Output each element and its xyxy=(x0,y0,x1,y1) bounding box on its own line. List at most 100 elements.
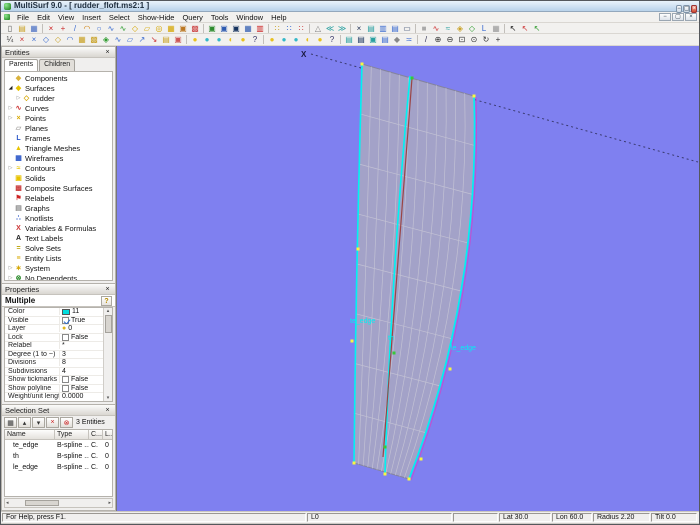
clone-d-button[interactable]: ▤ xyxy=(379,35,391,45)
clone-b-button[interactable]: ▤ xyxy=(355,35,367,45)
point-blue-button[interactable]: × xyxy=(28,35,40,45)
model-viewport[interactable]: te_edge th le_edge X xyxy=(116,46,699,511)
insert-solid-button[interactable]: ▣ xyxy=(177,23,189,33)
ss-remove-button[interactable]: × xyxy=(46,417,59,428)
insert-foil-button[interactable]: ∿ xyxy=(117,23,129,33)
scroll-right-icon[interactable]: ▸ xyxy=(108,500,111,506)
menu-show-hide[interactable]: Show-Hide xyxy=(134,13,179,22)
ss-move-down-button[interactable]: ▾ xyxy=(32,417,45,428)
clone-a-button[interactable]: ▤ xyxy=(343,35,355,45)
selection-set-close-icon[interactable]: × xyxy=(103,406,112,415)
mdi-minimize-button[interactable]: − xyxy=(659,13,671,21)
zoom-out-button[interactable]: ⊖ xyxy=(444,35,456,45)
column-header-l[interactable]: L... xyxy=(103,430,112,439)
join-tool-button[interactable]: ≍ xyxy=(403,35,415,45)
insert-circle-button[interactable]: ○ xyxy=(93,23,105,33)
pen-tool-button[interactable]: / xyxy=(420,35,432,45)
show-selected-button[interactable]: ● xyxy=(201,35,213,45)
column-header-type[interactable]: Type xyxy=(55,430,89,439)
scroll-down-icon[interactable]: ▾ xyxy=(107,395,110,401)
tree-item-surfaces[interactable]: ◢ ◆ Surfaces xyxy=(5,83,112,93)
view-multi-button[interactable]: ▥ xyxy=(254,23,266,33)
zoom-window-button[interactable]: ⊡ xyxy=(456,35,468,45)
tree-item-solids[interactable]: ▣ Solids xyxy=(5,173,112,183)
patch-tool-button[interactable]: ▩ xyxy=(88,35,100,45)
menu-file[interactable]: File xyxy=(13,13,33,22)
show-bulb-button[interactable]: ● xyxy=(189,35,201,45)
snap-quarter-button[interactable]: ¼ xyxy=(4,35,16,45)
ss-clear-button[interactable]: ⊗ xyxy=(60,417,73,428)
tree-item-graphs[interactable]: ▤ Graphs xyxy=(5,203,112,213)
checkbox-unchecked[interactable] xyxy=(62,376,69,384)
tree-item-triangle-meshes[interactable]: ▲ Triangle Meshes xyxy=(5,143,112,153)
bead-tool-button[interactable]: ◇ xyxy=(40,35,52,45)
nudge-left-button[interactable]: ≪ xyxy=(324,23,336,33)
ss-grid-button[interactable]: ▦ xyxy=(4,417,17,428)
new-file-button[interactable]: ▯ xyxy=(4,23,16,33)
open-file-button[interactable]: ▤ xyxy=(16,23,28,33)
tree-item-entity-lists[interactable]: ≡ Entity Lists xyxy=(5,253,112,263)
magnet-tool-button[interactable]: ◇ xyxy=(52,35,64,45)
display-grid-b-button[interactable]: ∷ xyxy=(283,23,295,33)
rudder-3d-view[interactable]: te_edgeth le_edge X xyxy=(117,46,699,511)
properties-close-icon[interactable]: × xyxy=(103,285,112,294)
pointer-button[interactable]: ↖ xyxy=(507,23,519,33)
tree-item-variables-formulas[interactable]: X Variables & Formulas xyxy=(5,223,112,233)
show-selected-b-button[interactable]: ● xyxy=(278,35,290,45)
expand-arrow-icon[interactable]: ▷ xyxy=(15,95,22,101)
zoom-in-button[interactable]: ⊕ xyxy=(432,35,444,45)
entities-close-icon[interactable]: × xyxy=(103,48,112,57)
mdi-close-button[interactable]: × xyxy=(685,13,697,21)
vscroll-thumb[interactable] xyxy=(104,315,112,333)
menu-help[interactable]: Help xyxy=(267,13,290,22)
copy-entity-button[interactable]: ▤ xyxy=(365,23,377,33)
scroll-left-icon[interactable]: ◂ xyxy=(6,500,9,506)
insert-ruled-surface-button[interactable]: ▱ xyxy=(141,23,153,33)
rotate-view-button[interactable]: ↻ xyxy=(480,35,492,45)
show-all-b-button[interactable]: ● xyxy=(314,35,326,45)
edit-curves-button[interactable]: ≈ xyxy=(442,23,454,33)
show-bulb-b-button[interactable]: ● xyxy=(266,35,278,45)
edit-curve-button[interactable]: ∿ xyxy=(430,23,442,33)
arrow-ne-button[interactable]: ↗ xyxy=(136,35,148,45)
insert-bspline-button[interactable]: ∿ xyxy=(105,23,117,33)
checkbox-unchecked[interactable] xyxy=(62,333,69,341)
hide-selected-b-button[interactable]: ● xyxy=(290,35,302,45)
measure-triangle-button[interactable]: △ xyxy=(312,23,324,33)
clone-c-button[interactable]: ▣ xyxy=(367,35,379,45)
menu-select[interactable]: Select xyxy=(105,13,134,22)
ss-move-up-button[interactable]: ▴ xyxy=(18,417,31,428)
tab-children[interactable]: Children xyxy=(39,59,76,71)
tree-item-wireframes[interactable]: ▦ Wireframes xyxy=(5,153,112,163)
tag-tool-button[interactable]: ◆ xyxy=(391,35,403,45)
checkbox-unchecked[interactable] xyxy=(62,384,69,392)
column-header-c[interactable]: C... xyxy=(89,430,103,439)
hscroll-thumb[interactable] xyxy=(24,500,59,506)
pointer-multi-button[interactable]: ↖ xyxy=(531,23,543,33)
tree-item-no-dependents[interactable]: ▷ ⊗ No Dependents xyxy=(5,273,112,281)
hide-selected-button[interactable]: ● xyxy=(213,35,225,45)
delete-entity-button[interactable]: × xyxy=(45,23,57,33)
tree-item-composite-surfaces[interactable]: ▩ Composite Surfaces xyxy=(5,183,112,193)
pan-view-button[interactable]: + xyxy=(492,35,504,45)
display-grid-a-button[interactable]: ∷ xyxy=(271,23,283,33)
selection-set-hscrollbar[interactable]: ◂ ▸ xyxy=(4,498,113,508)
cut-entity-button[interactable]: × xyxy=(353,23,365,33)
column-header-name[interactable]: Name xyxy=(5,430,55,439)
sheet-tool-button[interactable]: ▤ xyxy=(160,35,172,45)
expand-arrow-icon[interactable]: ◢ xyxy=(7,85,14,91)
color-swatch[interactable] xyxy=(62,308,70,315)
tree-item-points[interactable]: ▷ × Points xyxy=(5,113,112,123)
insert-composite-button[interactable]: ▩ xyxy=(189,23,201,33)
visibility-query-button[interactable]: ? xyxy=(249,35,261,45)
selection-row-th[interactable]: th B-spline ... C. 0 xyxy=(5,451,112,462)
frame-tool-button[interactable]: L xyxy=(478,23,490,33)
selection-row-le_edge[interactable]: le_edge B-spline ... C. 0 xyxy=(5,462,112,473)
expand-arrow-icon[interactable]: ▷ xyxy=(7,115,14,121)
tree-item-solve-sets[interactable]: = Solve Sets xyxy=(5,243,112,253)
solid-tool-button[interactable]: ▣ xyxy=(172,35,184,45)
toggle-visibility-b-button[interactable]: ◐ xyxy=(302,35,314,45)
view-shaded-button[interactable]: ▣ xyxy=(218,23,230,33)
insert-rev-surface-button[interactable]: ◎ xyxy=(153,23,165,33)
insert-surface-button[interactable]: ◇ xyxy=(129,23,141,33)
